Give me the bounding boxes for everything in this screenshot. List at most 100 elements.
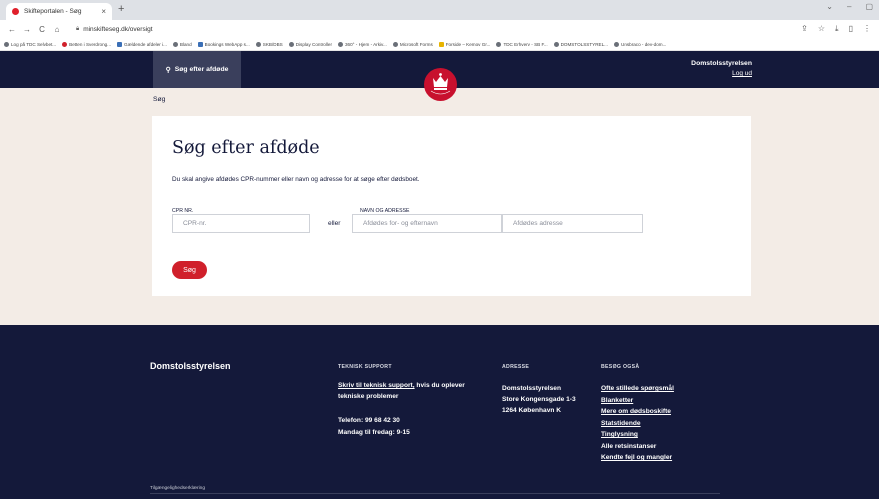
globe-icon <box>288 41 294 47</box>
bookmark-label: Forside – Kemov Gr... <box>445 41 491 47</box>
maximize-icon[interactable]: ▢ <box>865 2 873 11</box>
url-text: minskifteseg.dk/oversigt <box>83 25 153 33</box>
bookmark-label: 360° - Hjem - Arkiv... <box>344 41 387 47</box>
bookmark-item[interactable]: Forside – Kemov Gr... <box>438 41 491 47</box>
reload-icon[interactable]: C <box>36 25 48 34</box>
bookmark-item[interactable]: Bland <box>172 41 192 47</box>
name-placeholder: Afdødes for- og efternavn <box>363 220 438 227</box>
back-icon[interactable]: ← <box>6 25 18 34</box>
bookmark-item[interactable]: TDC Erhverv - SB F... <box>496 41 548 47</box>
search-card: Søg efter afdøde Du skal angive afdødes … <box>152 116 751 296</box>
address-placeholder: Afdødes adresse <box>513 220 563 227</box>
visit-link-retsinstanser[interactable]: Alle retsinstanser <box>601 441 674 453</box>
breadcrumb[interactable]: Søg <box>153 96 165 103</box>
visit-link-kendte-fejl[interactable]: Kendte fejl og mangler <box>601 452 674 464</box>
folder-icon <box>117 41 123 47</box>
visit-links: Ofte stillede spørgsmål Blanketter Mere … <box>601 383 674 464</box>
bookmark-star-icon[interactable]: ☆ <box>818 24 825 34</box>
globe-icon <box>4 41 9 47</box>
minimize-icon[interactable]: – <box>847 2 851 11</box>
address-input[interactable]: Afdødes adresse <box>502 214 643 233</box>
browser-tab[interactable]: Skifteportalen - Søg × <box>6 3 112 20</box>
search-nav-label: Søg efter afdøde <box>174 66 229 73</box>
bookmark-item[interactable]: Gældende afdeler i... <box>117 41 167 47</box>
globe-icon <box>614 41 619 47</box>
support-heading: TEKNISK SUPPORT <box>338 364 392 370</box>
sidebar-icon[interactable]: ▯ <box>849 24 853 34</box>
bookmark-label: Log på TDC Selvbet... <box>11 41 57 47</box>
tab-search-icon[interactable]: ⌄ <box>826 2 833 11</box>
bookmark-label: Bookings WebApp s... <box>204 41 250 47</box>
support-text: Skriv til teknisk support, hvis du oplev… <box>338 380 478 402</box>
crown-icon <box>430 73 451 95</box>
address-heading: ADRESSE <box>502 364 530 370</box>
support-phone: Telefon: 99 68 42 30 <box>338 417 400 424</box>
bookmark-item[interactable]: Betten i Sverdrong... <box>62 41 112 47</box>
new-tab-button[interactable]: + <box>118 3 124 15</box>
bookmark-label: DOMSTOLSSTYREL... <box>560 41 608 47</box>
bookmarks-bar: Log på TDC Selvbet... Betten i Sverdrong… <box>0 38 879 51</box>
bookmark-label: Bland <box>179 41 192 47</box>
address-line: 1264 København K <box>502 407 561 414</box>
bookmark-label: Betten i Sverdrong... <box>69 41 112 47</box>
calendar-icon <box>197 41 203 47</box>
bookmark-item[interactable]: Microsoft Forms <box>392 41 433 47</box>
globe-icon <box>392 41 398 47</box>
bookmark-item[interactable]: 360° - Hjem - Arkiv... <box>337 41 387 47</box>
visit-link-blanketter[interactable]: Blanketter <box>601 395 674 407</box>
lock-icon: 🔒︎ <box>76 25 80 32</box>
bookmark-item[interactable]: DOMSTOLSSTYREL... <box>553 41 608 47</box>
footer-divider <box>150 493 720 494</box>
support-hours: Mandag til fredag: 9-15 <box>338 429 410 436</box>
address-line: Store Kongensgade 1-3 <box>502 396 576 403</box>
search-nav-tab[interactable]: ⚲ Søg efter afdøde <box>153 51 241 88</box>
globe-icon <box>172 41 178 47</box>
bookmark-label: SKB/DBS <box>262 41 283 47</box>
menu-icon[interactable]: ⋮ <box>863 24 871 34</box>
bookmark-label: TDC Erhverv - SB F... <box>503 41 548 47</box>
visit-link-statstidende[interactable]: Statstidende <box>601 418 674 430</box>
address-line: Domstolsstyrelsen <box>502 385 561 392</box>
support-link[interactable]: Skriv til teknisk support, <box>338 382 415 389</box>
visit-link-doedsboskifte[interactable]: Mere om dødsboskifte <box>601 406 674 418</box>
bookmark-item[interactable]: Unsbraco - dev-dom... <box>614 41 666 47</box>
bookmark-item[interactable]: Log på TDC Selvbet... <box>4 41 57 47</box>
header-org-name: Domstolsstyrelsen <box>691 60 752 67</box>
domstole-logo[interactable] <box>424 68 457 101</box>
bookmark-item[interactable]: SKB/DBS <box>255 41 283 47</box>
globe-icon <box>337 41 343 47</box>
bookmark-label: Display Controller <box>295 41 332 47</box>
or-label: eller <box>328 220 341 227</box>
search-button[interactable]: Søg <box>172 261 207 279</box>
search-icon: ⚲ <box>165 66 171 74</box>
address-block: Domstolsstyrelsen Store Kongensgade 1-3 … <box>502 383 576 416</box>
favicon-icon <box>12 8 19 15</box>
name-input[interactable]: Afdødes for- og efternavn <box>352 214 502 233</box>
address-bar: ← → C ⌂ 🔒︎ minskifteseg.dk/oversigt ⇪ ☆ … <box>0 20 879 38</box>
red-circle-icon <box>62 41 68 47</box>
globe-icon <box>496 41 502 47</box>
bookmark-item[interactable]: Display Controller <box>288 41 332 47</box>
page-title: Søg efter afdøde <box>172 138 320 158</box>
footer: Domstolsstyrelsen TEKNISK SUPPORT Skriv … <box>0 325 879 499</box>
download-icon[interactable]: ⤓ <box>835 24 839 34</box>
visit-link-faq[interactable]: Ofte stillede spørgsmål <box>601 383 674 395</box>
forward-icon[interactable]: → <box>21 25 33 34</box>
close-tab-icon[interactable]: × <box>101 7 106 16</box>
share-icon[interactable]: ⇪ <box>801 24 808 34</box>
footer-org-name: Domstolsstyrelsen <box>150 361 231 371</box>
globe-icon <box>255 41 261 47</box>
visit-link-tinglysning[interactable]: Tinglysning <box>601 429 674 441</box>
visit-heading: BESØG OGSÅ <box>601 364 640 370</box>
logout-link[interactable]: Log ud <box>732 70 752 77</box>
window-controls: ⌄ – ▢ <box>826 2 873 11</box>
url-field[interactable]: 🔒︎ minskifteseg.dk/oversigt <box>76 26 153 33</box>
bookmark-item[interactable]: Bookings WebApp s... <box>197 41 250 47</box>
home-icon[interactable]: ⌂ <box>51 25 63 34</box>
bookmark-label: Microsoft Forms <box>399 41 433 47</box>
address-bar-actions: ⇪ ☆ ⤓ ▯ ⋮ <box>801 24 871 34</box>
accessibility-link[interactable]: Tilgængelighedserklæring <box>150 486 205 491</box>
bookmark-label: Gældende afdeler i... <box>124 41 167 47</box>
cpr-input[interactable]: CPR-nr. <box>172 214 310 233</box>
browser-tab-bar: Skifteportalen - Søg × + ⌄ – ▢ <box>0 0 879 20</box>
